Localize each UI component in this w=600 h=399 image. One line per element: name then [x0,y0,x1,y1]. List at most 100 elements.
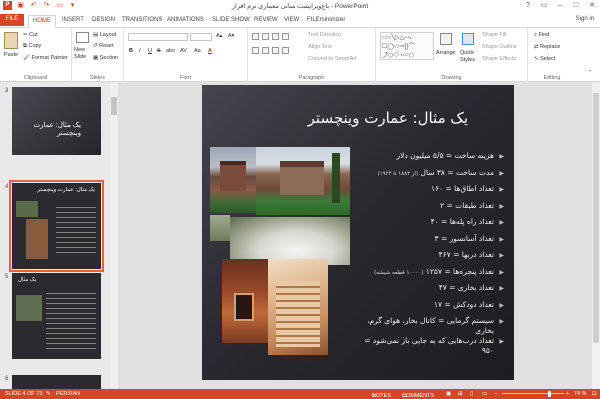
text-direction-button[interactable]: Text Direction [308,32,341,38]
find-button[interactable]: ⌕ Find [534,32,549,39]
ribbon-display-button[interactable]: ▭ [536,0,552,11]
slide-scroll-thumb[interactable] [593,93,599,343]
shape-fill-button[interactable]: Shape Fill [482,32,506,38]
shrink-font-icon[interactable]: A▾ [228,33,234,39]
thumbnail-number: 6 [5,376,9,382]
language-indicator[interactable]: PERSIAN [56,391,80,397]
shadow-button[interactable]: abc [166,48,175,54]
tab-slide-show[interactable]: SLIDE SHOW [208,15,254,28]
spell-check-icon[interactable]: ✎ [46,391,51,397]
paste-button[interactable]: Paste [4,52,18,58]
close-button[interactable]: ✕ [584,0,600,11]
drawing-label: Drawing [441,75,462,81]
grow-font-icon[interactable]: A▴ [216,33,222,39]
zoom-slider[interactable] [502,393,564,394]
tab-animations[interactable]: ANIMATIONS [163,15,208,28]
clipboard-group: Paste ✂ Cut ⧉ Copy 🖌 Format Painter Clip… [0,28,72,82]
slide-counter: SLIDE 4 OF 73 [5,391,43,397]
fireplace-interior-photo [222,259,268,343]
tab-transitions[interactable]: TRANSITIONS [118,15,166,28]
zoom-out-button[interactable]: – [494,391,497,397]
slide-thumbnail-6[interactable] [12,375,101,389]
underline-button[interactable]: U [148,48,152,54]
current-slide[interactable]: یک مثال: عمارت وینچستر هزینه ساخت = ۵/۵ … [202,85,514,380]
tab-file[interactable]: FILE [0,14,24,26]
tab-home[interactable]: HOME [28,15,56,28]
zoom-level[interactable]: 74 % [574,391,587,397]
align-right-icon[interactable] [272,47,279,54]
tab-view[interactable]: VIEW [280,15,303,28]
numbering-icon[interactable] [262,33,269,40]
collapse-ribbon-icon[interactable]: ⌃ [588,70,593,76]
paste-icon[interactable] [4,32,18,49]
font-color-button[interactable]: A [208,48,212,54]
copy-button[interactable]: ⧉ Copy [23,43,41,50]
tab-insert[interactable]: INSERT [58,15,88,28]
slide-thumbnail-4[interactable]: یک مثال: عمارت وینچستر [9,180,104,272]
shape-outline-button[interactable]: Shape Outline [482,44,517,50]
cut-button[interactable]: ✂ Cut [23,32,38,38]
sign-in-link[interactable]: Sign in [576,16,594,22]
replace-button[interactable]: ⇄ Replace [534,44,560,50]
convert-smartart-button[interactable]: Convert to SmartArt [308,56,357,62]
layout-button[interactable]: ▤ Layout [93,32,116,38]
italic-button[interactable]: I [139,48,141,54]
slide-thumbnail-3[interactable]: یک مثال: عمارت وینچستر [12,87,101,155]
quick-styles-icon[interactable] [462,33,474,45]
tab-fileminimizer[interactable]: FILEminimizer [303,15,349,28]
bullet-item: تعداد آسانسور = ۳ [362,234,504,251]
bullet-item: مدت ساخت = ۳۸ سال (از ۱۸۸۴ تا ۱۹۲۲) [362,168,504,185]
bold-button[interactable]: B [129,48,133,54]
normal-view-icon[interactable]: ▣ [446,391,451,397]
thumbnail-scroll-thumb[interactable] [111,97,117,115]
mansion-garden-photo [256,147,350,215]
justify-icon[interactable] [282,47,289,54]
change-case-button[interactable]: Aa [194,48,201,54]
thumbnail-photo [16,201,38,217]
slide-title[interactable]: یک مثال: عمارت وینچستر [308,109,468,127]
strikethrough-button[interactable]: S [157,48,161,54]
font-name-box[interactable] [128,33,188,41]
slideshow-view-icon[interactable]: ▭ [482,391,487,397]
increase-indent-icon[interactable] [282,33,289,40]
section-button[interactable]: ▦ Section [93,55,118,61]
fit-slide-icon[interactable]: ⊡ [592,391,597,397]
arrange-icon[interactable] [440,33,452,45]
section-icon: ▦ [93,55,100,61]
new-slide-icon[interactable] [76,32,89,43]
align-center-icon[interactable] [262,47,269,54]
thumbnail-text-lines [56,203,96,255]
select-button[interactable]: ↖ Select [534,56,555,62]
arrange-button[interactable]: Arrange [436,50,456,56]
slide-sorter-icon[interactable]: ⊞ [458,391,463,397]
reading-view-icon[interactable]: ▯ [470,391,473,397]
thumbnail-title: یک مثال: عمارت وینچستر [37,187,95,193]
slide-scrollbar[interactable] [592,83,600,389]
reset-button[interactable]: ↺ Reset [93,43,114,49]
tab-review[interactable]: REVIEW [250,15,282,28]
quick-styles-button[interactable]: Quick Styles [460,50,480,64]
bullet-list[interactable]: هزینه ساخت = ۵/۵ میلیون دلار مدت ساخت = … [362,151,504,356]
align-text-button[interactable]: Align Text [308,44,332,50]
thumbnail-text-lines [46,289,96,353]
slide-thumbnail-pane: 3 یک مثال: عمارت وینچستر 4 یک مثال: عمار… [0,83,108,389]
font-size-box[interactable] [190,33,212,41]
zoom-slider-thumb[interactable] [548,391,551,397]
bullet-item: تعداد درب‌هایی که به جایی باز نمی‌شود = … [362,336,504,356]
maximize-button[interactable]: □ [568,0,584,11]
ribbon: Paste ✂ Cut ⧉ Copy 🖌 Format Painter Clip… [0,28,600,82]
slide-thumbnail-5[interactable]: یک مثال [12,273,101,359]
shapes-gallery[interactable]: ▭○╲▷△⌐⤷ ☐◯☆⇨{}⌒ ⤴⬡◇◔▱⬠ [380,32,434,60]
character-spacing-button[interactable]: AV [180,48,187,54]
shape-effects-button[interactable]: Shape Effects [482,56,516,62]
tab-design[interactable]: DESIGN [88,15,119,28]
format-painter-button[interactable]: 🖌 Format Painter [23,55,68,61]
clipboard-label: Clipboard [23,75,48,81]
align-left-icon[interactable] [252,47,259,54]
minimize-button[interactable]: – [552,0,568,11]
help-button[interactable]: ? [520,0,536,11]
thumbnail-scrollbar[interactable] [110,83,118,389]
decrease-indent-icon[interactable] [272,33,279,40]
zoom-in-button[interactable]: + [566,391,569,397]
bullets-icon[interactable] [252,33,259,40]
